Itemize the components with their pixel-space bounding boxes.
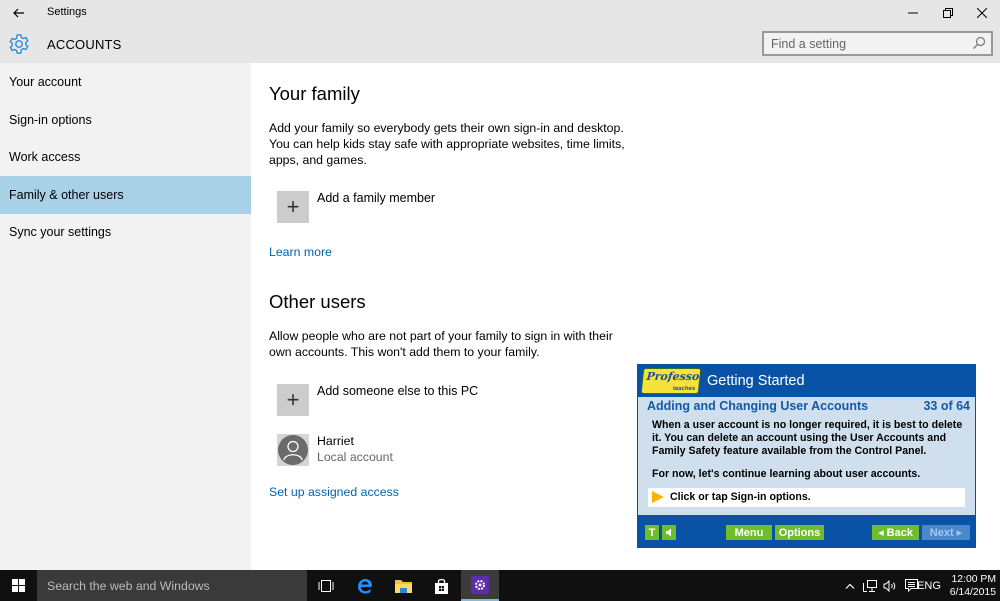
back-tutorial-button[interactable]: ◂ Back	[872, 525, 919, 540]
file-explorer-button[interactable]	[384, 570, 422, 601]
lesson-paragraph-2: For now, let's continue learning about u…	[652, 468, 921, 480]
header: ACCOUNTS	[0, 26, 1000, 63]
back-arrow-icon	[13, 8, 24, 18]
clock[interactable]: 12:00 PM 6/14/2015	[946, 573, 996, 599]
network-icon	[863, 579, 877, 592]
taskbar: ENG 12:00 PM 6/14/2015	[0, 570, 1000, 601]
logo-subtext: teaches	[672, 386, 696, 392]
back-button[interactable]	[8, 2, 30, 24]
sidebar-item-work-access[interactable]: Work access	[0, 138, 251, 176]
taskbar-search[interactable]	[37, 570, 307, 601]
instruction-box: Click or tap Sign-in options.	[648, 488, 965, 507]
user-account-type: Local account	[317, 450, 393, 464]
restore-icon	[943, 8, 953, 18]
task-view-icon	[318, 579, 334, 592]
section-title: ACCOUNTS	[47, 37, 122, 52]
lesson-title: Adding and Changing User Accounts	[647, 399, 869, 413]
add-family-member-button[interactable]: + Add a family member	[277, 191, 435, 223]
tutorial-panel: Professor teaches Getting Started Adding…	[637, 364, 976, 548]
sidebar-item-family-other-users[interactable]: Family & other users	[0, 176, 251, 214]
gear-icon	[9, 34, 29, 54]
sidebar-item-sign-in-options[interactable]: Sign-in options	[0, 101, 251, 139]
find-setting-search[interactable]	[762, 31, 993, 56]
settings-app-icon	[471, 575, 489, 594]
add-family-member-label: Add a family member	[317, 191, 436, 205]
professor-teaches-logo: Professor teaches	[640, 368, 706, 394]
sidebar-item-sync-settings[interactable]: Sync your settings	[0, 213, 251, 251]
show-hidden-icons-button[interactable]	[842, 570, 858, 601]
taskbar-search-input[interactable]	[37, 570, 297, 601]
avatar	[277, 434, 309, 466]
tutorial-body: Adding and Changing User Accounts 33 of …	[638, 397, 975, 515]
options-button[interactable]: Options	[775, 525, 824, 540]
tutorial-nav-bar: T Menu Options ◂ Back Next ▸	[638, 515, 975, 547]
speaker-icon	[883, 579, 895, 592]
user-name: Harriet	[317, 434, 354, 448]
network-button[interactable]	[860, 570, 880, 601]
instruction-text: Click or tap Sign-in options.	[670, 491, 811, 503]
family-description: Add your family so everybody gets their …	[269, 121, 625, 167]
search-icon[interactable]	[972, 36, 986, 50]
audio-button[interactable]	[662, 525, 676, 540]
edge-button[interactable]	[346, 570, 384, 601]
user-avatar-icon	[278, 435, 308, 465]
folder-icon	[394, 579, 412, 593]
lesson-paragraph-1: When a user account is no longer require…	[652, 419, 963, 457]
minimize-button[interactable]	[898, 2, 928, 24]
restore-button[interactable]	[933, 2, 963, 24]
plus-icon: +	[277, 384, 309, 416]
title-bar: Settings	[0, 0, 1000, 26]
chevron-up-icon	[845, 583, 855, 589]
store-button[interactable]	[422, 570, 460, 601]
lesson-progress: 33 of 64	[923, 399, 970, 413]
minimize-icon	[908, 12, 918, 14]
date: 6/14/2015	[949, 587, 996, 598]
user-harriet[interactable]: Harriet Local account	[277, 434, 393, 466]
speaker-icon	[666, 528, 671, 537]
other-users-heading: Other users	[269, 291, 366, 312]
plus-icon: +	[277, 191, 309, 223]
other-users-description: Allow people who are not part of your fa…	[269, 329, 613, 359]
window-title: Settings	[47, 6, 87, 18]
next-tutorial-button[interactable]: Next ▸	[922, 525, 970, 540]
menu-button[interactable]: Menu	[726, 525, 772, 540]
start-button[interactable]	[0, 570, 37, 601]
add-someone-else-label: Add someone else to this PC	[317, 384, 479, 398]
task-view-button[interactable]	[307, 570, 345, 601]
learn-more-link[interactable]: Learn more	[269, 245, 332, 259]
settings-window: Settings ACCOUNTS Your account Sign-in o…	[0, 0, 1000, 570]
close-icon	[977, 8, 987, 18]
logo-text: Professor	[645, 370, 706, 383]
text-toggle-button[interactable]: T	[645, 525, 659, 540]
close-button[interactable]	[967, 2, 997, 24]
sidebar: Your account Sign-in options Work access…	[0, 63, 251, 570]
play-arrow-icon	[652, 491, 664, 503]
sidebar-item-your-account[interactable]: Your account	[0, 63, 251, 101]
language-indicator[interactable]: ENG	[916, 570, 942, 601]
time: 12:00 PM	[951, 574, 996, 585]
volume-button[interactable]	[880, 570, 900, 601]
assigned-access-link[interactable]: Set up assigned access	[269, 485, 399, 499]
windows-logo-icon	[12, 579, 25, 592]
family-heading: Your family	[269, 83, 360, 104]
store-bag-icon	[434, 578, 448, 594]
tutorial-header: Professor teaches Getting Started	[638, 365, 975, 397]
settings-taskbar-button[interactable]	[461, 570, 499, 601]
edge-icon	[358, 578, 372, 593]
add-someone-else-button[interactable]: + Add someone else to this PC	[277, 384, 478, 416]
search-input[interactable]	[764, 33, 964, 54]
tutorial-title: Getting Started	[707, 373, 805, 389]
